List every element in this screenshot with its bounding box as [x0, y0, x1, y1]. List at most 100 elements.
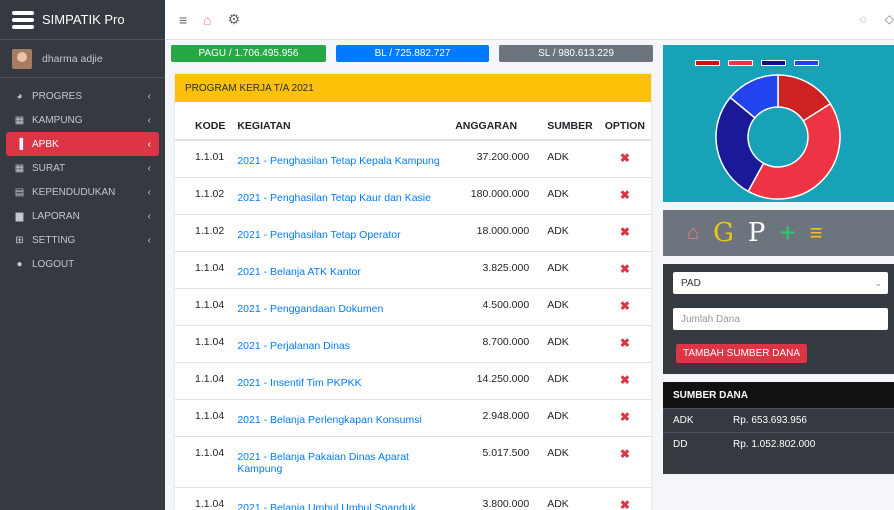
kegiatan-link[interactable]: 2021 - Penghasilan Tetap Kaur dan Kasie	[237, 192, 431, 204]
kegiatan-cell: 2021 - Perjalanan Dinas	[231, 324, 450, 362]
anggaran-cell: 4.500.000	[449, 287, 542, 325]
col-sumber: SUMBER	[541, 112, 599, 141]
chevron-left-icon: ‹	[147, 138, 151, 150]
table-row: 1.1.02 2021 - Penghasilan Tetap Operator 1…	[175, 213, 651, 251]
anggaran-cell: 3.825.000	[449, 250, 542, 288]
topbar: ≡ ⌂ ⚙ ◌ ◇	[165, 0, 894, 40]
delete-icon[interactable]: ✖	[598, 486, 651, 510]
sl-badge: SL / 980.613.229	[499, 45, 653, 62]
kode-cell: 1.1.04	[175, 361, 232, 399]
anggaran-cell: 3.800.000	[449, 486, 542, 510]
sidebar-item-setting[interactable]: ⊞ SETTING ‹	[6, 228, 159, 252]
kegiatan-cell: 2021 - Insentif Tim PKPKK	[231, 361, 450, 399]
anggaran-cell: 8.700.000	[449, 324, 542, 362]
kegiatan-link[interactable]: 2021 - Penghasilan Tetap Kepala Kampung	[237, 155, 439, 167]
delete-icon[interactable]: ✖	[598, 287, 651, 325]
sumber-select[interactable]: PAD ⌄	[673, 272, 888, 294]
chart-icon: ◕	[16, 90, 23, 102]
delete-icon[interactable]: ✖	[598, 250, 651, 288]
sumber-dana-row: ADK Rp. 653.693.956	[663, 408, 894, 432]
kode-cell: 1.1.04	[175, 250, 232, 288]
bell-icon[interactable]: ◇	[885, 12, 894, 26]
calendar-icon: ▦	[14, 114, 25, 126]
delete-icon[interactable]: ✖	[598, 361, 651, 399]
shortcut-bar: ⌂ G P + ≡	[663, 210, 894, 256]
donut-slice[interactable]	[747, 102, 841, 200]
anggaran-cell: 5.017.500	[449, 435, 542, 487]
plus-icon[interactable]: +	[779, 217, 795, 249]
sidebar-item-progres[interactable]: ◕ PROGRES ‹	[6, 84, 159, 108]
kegiatan-cell: 2021 - Penghasilan Tetap Operator	[231, 213, 450, 251]
pagu-badge: PAGU / 1.706.495.956	[171, 45, 326, 62]
delete-icon[interactable]: ✖	[598, 324, 651, 362]
chevron-left-icon: ‹	[147, 234, 151, 246]
kode-cell: 1.1.02	[175, 176, 232, 214]
user-name: dharma adjie	[42, 52, 103, 65]
sidebar: SIMPATIK Pro dharma adjie ◕ PROGRES ‹ ▦ KAMP…	[0, 0, 165, 510]
document-icon: ▆	[15, 210, 24, 222]
table-row: 1.1.04 2021 - Insentif Tim PKPKK 14.250.00…	[175, 361, 651, 399]
menu-icon[interactable]: ≡	[179, 12, 187, 28]
sidebar-item-surat[interactable]: ▦ SURAT ‹	[6, 156, 159, 180]
kegiatan-link[interactable]: 2021 - Perjalanan Dinas	[237, 340, 350, 352]
chat-icon[interactable]: ◌	[860, 12, 867, 26]
kegiatan-cell: 2021 - Penghasilan Tetap Kepala Kampung	[231, 139, 450, 177]
program-card: PROGRAM KERJA T/A 2021 KODE KEGIATAN ANG…	[175, 74, 651, 510]
sumber-cell: ADK	[541, 287, 599, 325]
table-row: 1.1.04 2021 - Penggandaan Dokumen 4.500.00…	[175, 287, 651, 325]
chevron-left-icon: ‹	[147, 186, 151, 198]
sidebar-item-kampung[interactable]: ▦ KAMPUNG ‹	[6, 108, 159, 132]
chart-panel	[663, 45, 894, 202]
brand[interactable]: SIMPATIK Pro	[0, 0, 165, 40]
sidebar-item-label: SURAT	[32, 162, 66, 174]
table-row: 1.1.04 2021 - Belanja ATK Kantor 3.825.000…	[175, 250, 651, 288]
kegiatan-link[interactable]: 2021 - Belanja Perlengkapan Konsumsi	[237, 414, 421, 426]
delete-icon[interactable]: ✖	[598, 398, 651, 436]
sumber-select-value: PAD	[681, 277, 701, 289]
kegiatan-link[interactable]: 2021 - Belanja Pakaian Dinas Aparat Kamp…	[237, 451, 409, 475]
table-icon: ▤	[14, 186, 25, 198]
table-row: 1.1.04 2021 - Belanja Pakaian Dinas Apara…	[175, 435, 651, 487]
table-row: 1.1.04 2021 - Belanja Perlengkapan Konsum…	[175, 398, 651, 436]
kegiatan-link[interactable]: 2021 - Belanja ATK Kantor	[237, 266, 361, 278]
kegiatan-link[interactable]: 2021 - Belanja Umbul Umbul Spanduk	[237, 502, 416, 510]
delete-icon[interactable]: ✖	[598, 435, 651, 487]
grid-icon: ▦	[14, 162, 25, 174]
budget-badges: PAGU / 1.706.495.956 BL / 725.882.727 SL…	[171, 45, 653, 62]
kegiatan-link[interactable]: 2021 - Penghasilan Tetap Operator	[237, 229, 400, 241]
kegiatan-link[interactable]: 2021 - Insentif Tim PKPKK	[237, 377, 361, 389]
g-icon[interactable]: G	[713, 218, 734, 248]
user-panel[interactable]: dharma adjie	[0, 40, 165, 78]
tambah-sumber-dana-button[interactable]: TAMBAH SUMBER DANA	[676, 344, 807, 363]
anggaran-cell: 37.200.000	[449, 139, 542, 177]
gear-icon[interactable]: ⚙	[228, 11, 241, 28]
chevron-left-icon: ‹	[147, 162, 151, 174]
kode-cell: 1.1.01	[175, 139, 232, 177]
jumlah-dana-input[interactable]: Jumlah Dana	[673, 308, 888, 330]
sidebar-nav: ◕ PROGRES ‹ ▦ KAMPUNG ‹ ▐ APBK ‹ ▦ SURAT ‹ ▤ KEPENDUD…	[0, 78, 165, 276]
sumber-cell: ADK	[541, 324, 599, 362]
sidebar-item-laporan[interactable]: ▆ LAPORAN ‹	[6, 204, 159, 228]
sumber-code: ADK	[673, 415, 694, 426]
kegiatan-link[interactable]: 2021 - Penggandaan Dokumen	[237, 303, 383, 315]
table-row: 1.1.04 2021 - Perjalanan Dinas 8.700.000 AD…	[175, 324, 651, 362]
home-icon[interactable]: ⌂	[687, 222, 699, 245]
chevron-left-icon: ‹	[147, 90, 151, 102]
p-icon[interactable]: P	[748, 218, 766, 248]
home-icon[interactable]: ⌂	[203, 12, 211, 28]
stack-icon[interactable]: ≡	[810, 220, 823, 246]
plus-square-icon: ⊞	[15, 234, 24, 246]
anggaran-cell: 18.000.000	[449, 213, 542, 251]
sidebar-item-kependudukan[interactable]: ▤ KEPENDUDUKAN ‹	[6, 180, 159, 204]
sidebar-item-label: PROGRES	[32, 90, 83, 102]
delete-icon[interactable]: ✖	[598, 176, 651, 214]
delete-icon[interactable]: ✖	[598, 139, 651, 177]
bl-badge: BL / 725.882.727	[336, 45, 489, 62]
app-logo-icon	[12, 10, 34, 29]
kegiatan-cell: 2021 - Penggandaan Dokumen	[231, 287, 450, 325]
chart-bar-icon: ▐	[15, 138, 24, 150]
sidebar-item-logout[interactable]: ● LOGOUT	[6, 252, 159, 276]
delete-icon[interactable]: ✖	[598, 213, 651, 251]
sumber-cell: ADK	[541, 213, 599, 251]
sidebar-item-apbk[interactable]: ▐ APBK ‹	[6, 132, 159, 156]
